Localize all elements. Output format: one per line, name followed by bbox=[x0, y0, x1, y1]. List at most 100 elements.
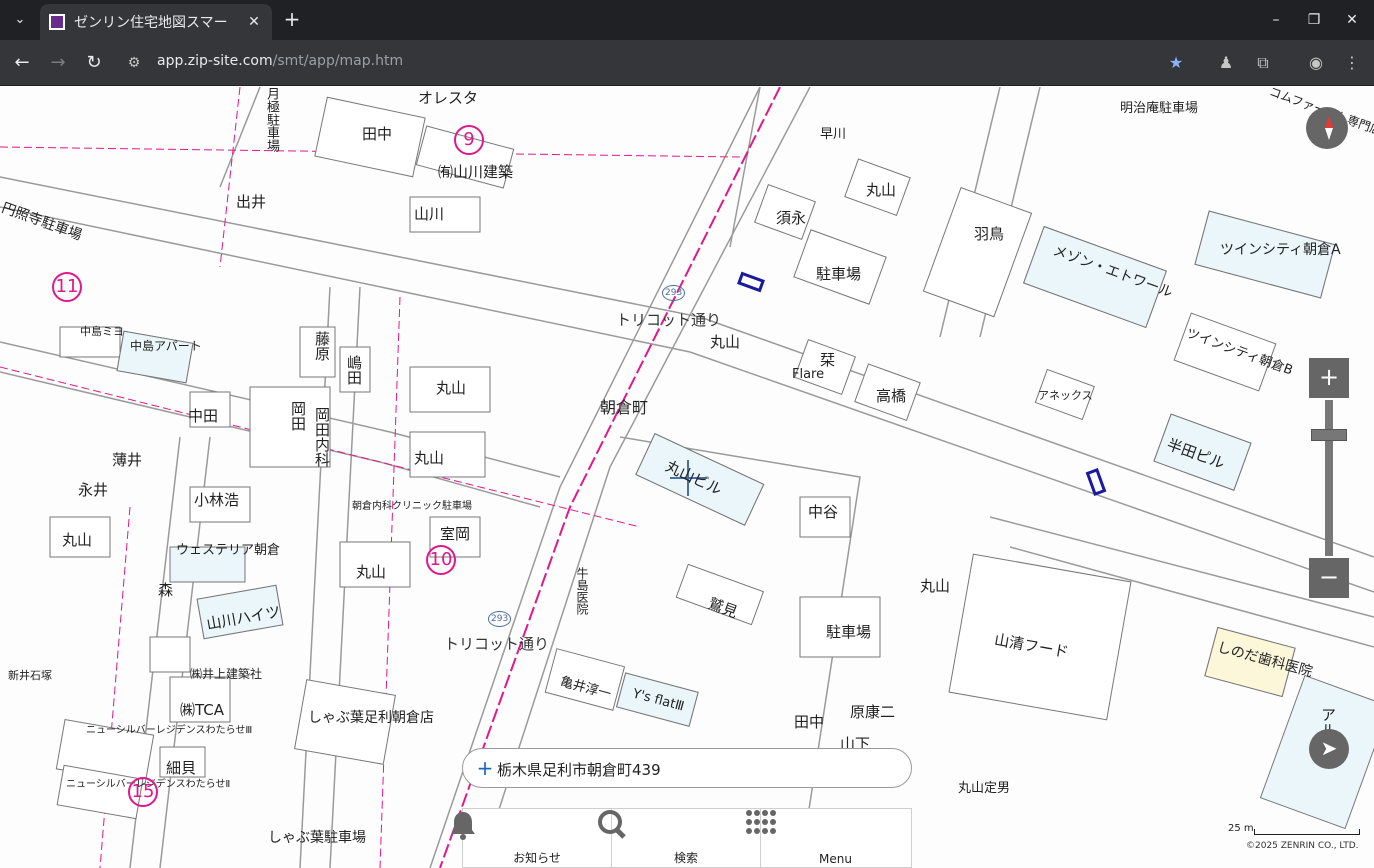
map-label: 羽鳥 bbox=[974, 225, 1005, 243]
nav-menu-button[interactable]: Menu bbox=[746, 809, 910, 868]
map-label: 丸山定男 bbox=[958, 781, 1011, 796]
map-label: しゃぶ葉足利朝倉店 bbox=[308, 710, 434, 726]
zoom-out-button[interactable]: − bbox=[1309, 558, 1349, 598]
extensions-puzzle-icon[interactable]: ⧉ bbox=[1251, 51, 1275, 75]
compass-button[interactable] bbox=[1306, 107, 1348, 149]
town-label: 朝倉町 bbox=[600, 398, 649, 417]
nav-notifications-button[interactable]: お知らせ bbox=[451, 809, 612, 868]
map-label: 丸山 bbox=[414, 449, 445, 467]
address-bar-url[interactable]: app.zip-site.com/smt/app/map.htm bbox=[157, 53, 403, 73]
map-label: 永井 bbox=[78, 481, 109, 499]
bottom-nav: お知らせ 検索 Menu bbox=[451, 808, 912, 868]
route-shield-icon: 293 bbox=[662, 285, 686, 301]
map-label: オレスタ bbox=[418, 89, 479, 107]
site-info-icon[interactable]: ⚙ bbox=[124, 52, 144, 74]
map-label: 岡田内科 bbox=[313, 407, 331, 467]
map-label: 丸山 bbox=[62, 531, 93, 549]
map-label: 高橋 bbox=[876, 387, 907, 405]
map-label: ニューシルバーレジデンスわたらせⅢ bbox=[86, 725, 253, 736]
map-label: ㈱井上建築社 bbox=[190, 667, 263, 681]
nav-search-button[interactable]: 検索 bbox=[598, 809, 761, 868]
tab-strip: ⌄ ゼンリン住宅地図スマー ✕ + – ❐ ✕ bbox=[0, 0, 1374, 40]
address-display[interactable]: + 栃木県足利市朝倉町439 bbox=[462, 748, 912, 788]
bell-icon bbox=[451, 812, 475, 840]
map-label: 原康二 bbox=[850, 703, 896, 721]
compass-south-icon bbox=[1325, 128, 1333, 140]
map-label: 朝倉内科クリニック駐車場 bbox=[352, 501, 472, 512]
block-number: 10 bbox=[426, 545, 456, 575]
map-label: 山川 bbox=[414, 205, 445, 223]
map-label: 中島ミヨ bbox=[80, 325, 124, 338]
map-label: 早川 bbox=[820, 127, 847, 142]
map-label: ウェステリア朝倉 bbox=[176, 543, 281, 558]
zoom-slider[interactable] bbox=[1325, 400, 1333, 556]
extension-icon[interactable]: ♟ bbox=[1214, 51, 1238, 75]
map-label: 出井 bbox=[236, 193, 267, 211]
scale-label: 25 m bbox=[1228, 823, 1254, 834]
site-favicon-icon bbox=[49, 14, 65, 30]
map-label: 丸山 bbox=[356, 563, 387, 581]
tab-close-icon[interactable]: ✕ bbox=[244, 12, 264, 32]
current-location-icon[interactable]: ➤ bbox=[1309, 729, 1349, 769]
map-label: 岡田 bbox=[289, 401, 307, 431]
more-menu-icon[interactable]: ⋮ bbox=[1340, 51, 1364, 75]
map-label: 藤原 bbox=[313, 331, 331, 361]
block-number: 11 bbox=[52, 272, 82, 302]
address-text: 栃木県足利市朝倉町439 bbox=[497, 761, 661, 779]
map-canvas[interactable]: 田中 出井 山川 ㈲山川建築 丸山 須永 駐車場 羽鳥 早川 明治庵駐車場 コム… bbox=[0, 87, 1374, 868]
map-label: ㈱TCA bbox=[180, 701, 225, 719]
map-label: 丸山 bbox=[710, 333, 741, 351]
map-label: 嶋田 bbox=[345, 355, 363, 385]
map-label: 中谷 bbox=[808, 503, 839, 521]
scale-bar bbox=[1254, 829, 1360, 835]
compass-north-icon bbox=[1325, 116, 1333, 128]
map-label: 明治庵駐車場 bbox=[1120, 101, 1199, 116]
nav-label: 検索 bbox=[673, 851, 698, 865]
url-host: app.zip-site.com bbox=[157, 53, 273, 69]
map-label: 新井石塚 bbox=[8, 669, 52, 682]
back-button[interactable]: ← bbox=[9, 50, 35, 76]
map-label: 月極駐車場 bbox=[264, 87, 279, 152]
map-label: 室岡 bbox=[440, 525, 471, 543]
nav-label: Menu bbox=[819, 852, 852, 866]
map-label: 須永 bbox=[776, 209, 807, 227]
map-label: 森 bbox=[158, 581, 174, 599]
url-path: /smt/app/map.htm bbox=[272, 53, 404, 69]
block-number: 9 bbox=[454, 125, 484, 155]
map-label: 田中 bbox=[794, 713, 825, 731]
tab-title: ゼンリン住宅地図スマー bbox=[74, 15, 228, 31]
tab-active[interactable]: ゼンリン住宅地図スマー ✕ bbox=[40, 4, 272, 40]
map-label: しゃぶ葉駐車場 bbox=[268, 830, 366, 846]
bookmark-star-icon[interactable]: ★ bbox=[1164, 51, 1188, 75]
map-label: 丸山 bbox=[920, 577, 951, 595]
reload-button[interactable]: ↻ bbox=[81, 50, 107, 76]
map-label: 田中 bbox=[362, 125, 393, 143]
minimize-button[interactable]: – bbox=[1262, 8, 1290, 32]
route-shield-icon: 293 bbox=[488, 611, 512, 627]
zoom-slider-handle[interactable] bbox=[1311, 429, 1347, 441]
map-label: 中島アパート bbox=[130, 339, 202, 353]
zoom-in-button[interactable]: + bbox=[1309, 358, 1349, 398]
map-label: ㈲山川建築 bbox=[438, 163, 514, 181]
map-label: Flare bbox=[792, 367, 825, 382]
forward-button[interactable]: → bbox=[45, 50, 71, 76]
tab-search-button[interactable]: ⌄ bbox=[6, 7, 34, 33]
profile-icon[interactable]: ◉ bbox=[1304, 51, 1328, 75]
map-label: ツインシティ朝倉A bbox=[1220, 242, 1341, 258]
map-label: 駐車場 bbox=[816, 265, 862, 283]
crosshair-icon: + bbox=[476, 756, 494, 780]
map-label: 牛島医院 bbox=[575, 567, 589, 615]
new-tab-button[interactable]: + bbox=[280, 8, 304, 32]
restore-button[interactable]: ❐ bbox=[1300, 8, 1328, 32]
browser-toolbar: ← → ↻ ⚙ app.zip-site.com/smt/app/map.htm… bbox=[0, 40, 1374, 86]
street-label: トリコット通り bbox=[444, 635, 550, 653]
map-label: 丸山 bbox=[436, 379, 467, 397]
street-label: トリコット通り bbox=[616, 311, 722, 329]
block-number: 15 bbox=[128, 777, 158, 807]
map-label: 駐車場 bbox=[826, 623, 872, 641]
map-label: 中田 bbox=[188, 407, 219, 425]
map-label: 小林浩 bbox=[194, 491, 240, 509]
grid-icon bbox=[746, 810, 776, 834]
close-window-button[interactable]: ✕ bbox=[1338, 8, 1366, 32]
map-label: アネックス bbox=[1038, 389, 1093, 402]
